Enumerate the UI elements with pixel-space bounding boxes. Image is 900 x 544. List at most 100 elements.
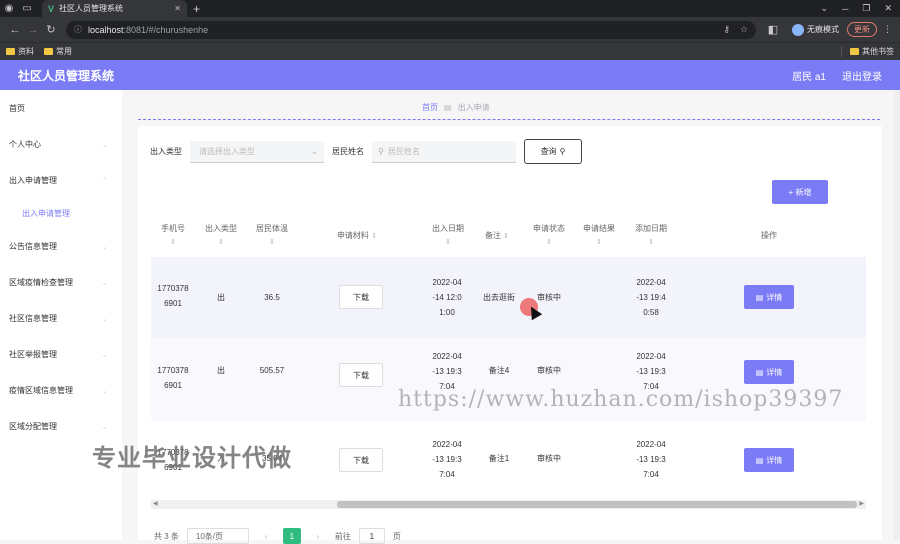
chevron-down-icon: ⌄: [101, 421, 108, 431]
cell-text: -13 19:4: [636, 293, 666, 302]
maximize-button[interactable]: ❐: [862, 3, 870, 14]
bookmark-folder-ziliao[interactable]: 资料: [6, 46, 34, 57]
folder-icon: [6, 48, 15, 56]
column-header-date[interactable]: 出入日期 ⇕: [428, 222, 468, 249]
name-input-placeholder: 居民姓名: [387, 146, 420, 156]
page-number-current[interactable]: 1: [282, 528, 301, 544]
close-tab-icon[interactable]: ✕: [174, 4, 181, 13]
browser-tab-bar: ◉ ▭ V 社区人员管理系统 ✕ + ⌄ ─ ❐ ✕: [0, 0, 900, 17]
logout-link[interactable]: 退出登录: [842, 68, 882, 83]
cell-text: 2022-04: [432, 278, 462, 287]
detail-button[interactable]: ▤ 详情: [744, 285, 794, 309]
sidebar-item-access-application[interactable]: 出入申请管理 ⌃: [0, 162, 122, 198]
promo-text: 专业毕业设计代做: [92, 445, 292, 472]
sort-icon[interactable]: ⇕: [503, 233, 509, 240]
scroll-right-icon[interactable]: ▶: [859, 500, 864, 507]
chevron-down-icon: ⌄: [101, 349, 108, 359]
next-page-button[interactable]: ›: [309, 528, 327, 544]
sidebar-item-home[interactable]: 首页: [0, 90, 122, 126]
cell-added: 2022-04 -13 19:3 7:04: [629, 437, 673, 482]
detail-button[interactable]: ▤ 详情: [744, 448, 794, 472]
sort-icon[interactable]: ⇕: [546, 239, 552, 246]
url-host: localhost: [88, 24, 124, 35]
close-window-button[interactable]: ✕: [884, 3, 892, 14]
column-header-material[interactable]: 申请材料 ⇕: [327, 229, 387, 243]
sidebar-item-label: 区域疫情检查管理: [9, 277, 73, 287]
sidebar-subitem-access-application[interactable]: 出入申请管理: [0, 198, 122, 228]
goto-page-input[interactable]: 1: [358, 528, 385, 544]
type-select[interactable]: 请选择出入类型 ⌄: [190, 140, 324, 163]
cell-text: 6901: [164, 299, 182, 308]
content-card: 出入类型 请选择出入类型 ⌄ 居民姓名 ⚲ 居民姓名 查询 ⚲ + 新增 手机号…: [138, 126, 882, 544]
horizontal-scrollbar[interactable]: ◀ ▶: [151, 500, 866, 509]
name-search-input[interactable]: ⚲ 居民姓名: [372, 140, 516, 163]
tab-strip-icon[interactable]: ▭: [18, 0, 36, 17]
download-button[interactable]: 下载: [339, 363, 383, 387]
add-button[interactable]: + 新增: [772, 180, 828, 204]
browser-menu-icon[interactable]: ◉: [0, 0, 18, 17]
reload-button[interactable]: ↻: [42, 23, 60, 36]
download-button[interactable]: 下载: [339, 448, 383, 472]
more-menu-icon[interactable]: ⋮: [883, 24, 892, 35]
other-bookmarks[interactable]: 其他书签: [841, 46, 894, 57]
key-icon[interactable]: ⚷: [723, 24, 730, 35]
cell-text: 2022-04: [636, 278, 666, 287]
scrollbar-thumb[interactable]: [337, 501, 857, 508]
sidebar-item-community-report[interactable]: 社区举报管理 ⌄: [0, 336, 122, 372]
vertical-scrollbar[interactable]: [894, 90, 900, 540]
chevron-down-icon[interactable]: ⌄: [820, 3, 828, 14]
forward-button[interactable]: →: [24, 24, 42, 36]
site-info-icon[interactable]: ⓘ: [74, 24, 82, 35]
scroll-left-icon[interactable]: ◀: [153, 500, 158, 507]
cell-text: 2022-04: [636, 352, 666, 361]
sort-icon[interactable]: ⇕: [170, 239, 176, 246]
breadcrumb-home[interactable]: 首页: [422, 102, 438, 113]
update-button[interactable]: 更新: [847, 22, 877, 37]
column-header-type[interactable]: 出入类型 ⇕: [201, 222, 241, 249]
column-header-note[interactable]: 备注 ⇕: [477, 229, 517, 243]
cell-text: 1770378: [157, 366, 189, 375]
column-header-added[interactable]: 添加日期 ⇕: [629, 222, 673, 249]
page-size-select[interactable]: 10条/页: [186, 528, 249, 544]
sort-icon[interactable]: ⇕: [371, 233, 377, 240]
app-header: 社区人员管理系统 居民 a1 退出登录: [0, 60, 900, 90]
column-header-phone[interactable]: 手机号 ⇕: [155, 222, 191, 249]
cell-text: -13 19:3: [636, 455, 666, 464]
browser-tab[interactable]: V 社区人员管理系统 ✕: [42, 0, 187, 17]
detail-button-label: 详情: [766, 455, 783, 465]
sidepanel-icon[interactable]: ◧: [764, 23, 782, 36]
vue-logo-icon: V: [48, 3, 55, 14]
tab-title: 社区人员管理系统: [59, 4, 124, 13]
column-header-temp[interactable]: 居民体温 ⇕: [252, 222, 292, 249]
detail-button-label: 详情: [766, 292, 783, 302]
detail-button[interactable]: ▤ 详情: [744, 360, 794, 384]
cell-text: -13 19:3: [432, 367, 462, 376]
sort-icon[interactable]: ⇕: [269, 239, 275, 246]
bookmark-folder-changyong[interactable]: 常用: [44, 46, 72, 57]
column-header-status[interactable]: 申请状态 ⇕: [529, 222, 569, 249]
sort-icon[interactable]: ⇕: [648, 239, 654, 246]
sidebar-item-community-info[interactable]: 社区信息管理 ⌄: [0, 300, 122, 336]
sort-icon[interactable]: ⇕: [218, 239, 224, 246]
sidebar-item-label: 区域分配管理: [9, 421, 57, 431]
back-button[interactable]: ←: [6, 24, 24, 36]
bookmark-star-icon[interactable]: ☆: [740, 24, 748, 35]
prev-page-button[interactable]: ‹: [257, 528, 275, 544]
column-header-result[interactable]: 申请结果 ⇕: [579, 222, 619, 249]
query-button[interactable]: 查询 ⚲: [524, 139, 582, 164]
type-filter-label: 出入类型: [150, 147, 182, 156]
sort-icon[interactable]: ⇕: [445, 239, 451, 246]
sidebar-item-epidemic-area[interactable]: 疫情区域信息管理 ⌄: [0, 372, 122, 408]
column-header-label: 操作: [761, 231, 777, 240]
incognito-profile[interactable]: 无痕模式: [792, 23, 839, 36]
cell-type: 出: [217, 293, 225, 302]
sidebar-item-announcements[interactable]: 公告信息管理 ⌄: [0, 228, 122, 264]
download-button[interactable]: 下载: [339, 285, 383, 309]
sidebar-item-personal-center[interactable]: 个人中心 ⌄: [0, 126, 122, 162]
table-header: 手机号 ⇕ 出入类型 ⇕ 居民体温 ⇕ 申请材料 ⇕ 出入日期 ⇕ 备注 ⇕ 申请状态 ⇕…: [151, 214, 866, 257]
sort-icon[interactable]: ⇕: [596, 239, 602, 246]
new-tab-button[interactable]: +: [193, 0, 200, 17]
minimize-button[interactable]: ─: [842, 4, 848, 14]
sidebar-item-epidemic-check[interactable]: 区域疫情检查管理 ⌄: [0, 264, 122, 300]
url-field[interactable]: ⓘ localhost:8081/#/churushenhe ⚷ ☆: [66, 20, 756, 39]
